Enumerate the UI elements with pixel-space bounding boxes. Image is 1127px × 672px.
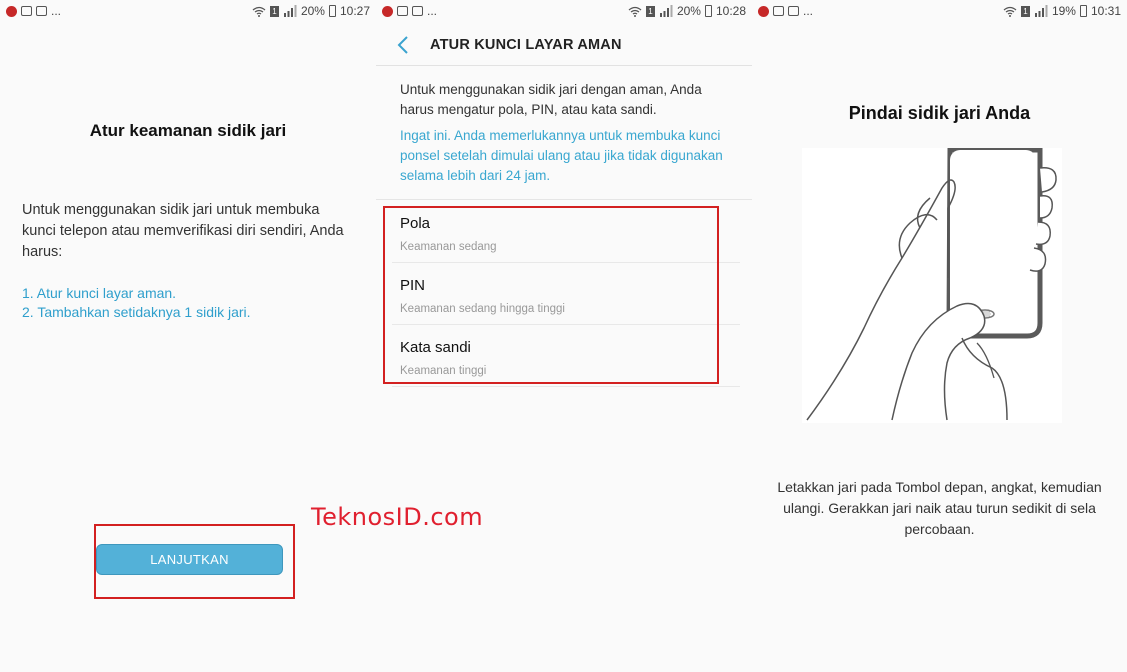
more-notifications: ... (803, 4, 814, 18)
steps-list: 1. Atur kunci layar aman. 2. Tambahkan s… (22, 284, 352, 322)
notification-icon (6, 5, 17, 17)
back-arrow-icon[interactable] (394, 34, 414, 56)
instruction-text: Letakkan jari pada Tombol depan, angkat,… (777, 479, 1102, 537)
battery-percent: 19% (1051, 4, 1076, 18)
status-bar: ... 1 20% 10:27 (0, 0, 376, 24)
battery-icon (328, 5, 336, 17)
wifi-icon (628, 6, 642, 17)
notification-icon (382, 5, 393, 17)
signal-icon (1034, 5, 1048, 17)
page-title: Atur keamanan sidik jari (89, 121, 287, 140)
battery-percent: 20% (676, 4, 701, 18)
clock: 10:28 (715, 4, 746, 18)
gallery-icon (21, 6, 32, 16)
continue-button[interactable]: LANJUTKAN (96, 544, 283, 575)
gallery-icon (773, 6, 784, 16)
status-bar: ... 1 20% 10:28 (376, 0, 752, 24)
watermark: TeknosID.com (311, 503, 484, 531)
store-icon (412, 6, 423, 16)
page-title: ATUR KUNCI LAYAR AMAN (430, 37, 622, 53)
highlight-box (383, 206, 719, 384)
status-bar: ... 1 19% 10:31 (752, 0, 1127, 24)
gallery-icon (397, 6, 408, 16)
sim-icon: 1 (269, 5, 279, 17)
divider (376, 65, 752, 66)
screen-scan-fingerprint: ... 1 19% 10:31 Pindai sidik jari Anda L… (752, 0, 1127, 672)
battery-icon (704, 5, 712, 17)
wifi-icon (252, 6, 266, 17)
screen-secure-lock: ... 1 20% 10:28 ATUR KUNCI LAYAR AMAN Un… (376, 0, 752, 672)
sim-icon: 1 (1020, 5, 1030, 17)
signal-icon (283, 5, 297, 17)
divider (376, 199, 752, 200)
clock: 10:27 (339, 4, 370, 18)
more-notifications: ... (427, 4, 438, 18)
wifi-icon (1003, 6, 1017, 17)
battery-icon (1079, 5, 1087, 17)
battery-percent: 20% (300, 4, 325, 18)
store-icon (788, 6, 799, 16)
screen-fingerprint-setup: ... 1 20% 10:27 Atur keamanan sidik jari… (0, 0, 376, 672)
sim-icon: 1 (645, 5, 655, 17)
app-bar: ATUR KUNCI LAYAR AMAN (376, 26, 752, 66)
page-title: Pindai sidik jari Anda (848, 103, 1031, 123)
reminder-note: Ingat ini. Anda memerlukannya untuk memb… (400, 128, 723, 183)
store-icon (36, 6, 47, 16)
more-notifications: ... (51, 4, 62, 18)
description: Untuk menggunakan sidik jari dengan aman… (400, 82, 702, 117)
description: Untuk menggunakan sidik jari untuk membu… (22, 202, 344, 260)
step-item: 1. Atur kunci layar aman. (22, 285, 177, 301)
hand-holding-phone-illustration (802, 148, 1062, 423)
step-item: 2. Tambahkan setidaknya 1 sidik jari. (22, 304, 251, 320)
clock: 10:31 (1090, 4, 1121, 18)
divider (392, 386, 740, 387)
notification-icon (758, 5, 769, 17)
signal-icon (659, 5, 673, 17)
